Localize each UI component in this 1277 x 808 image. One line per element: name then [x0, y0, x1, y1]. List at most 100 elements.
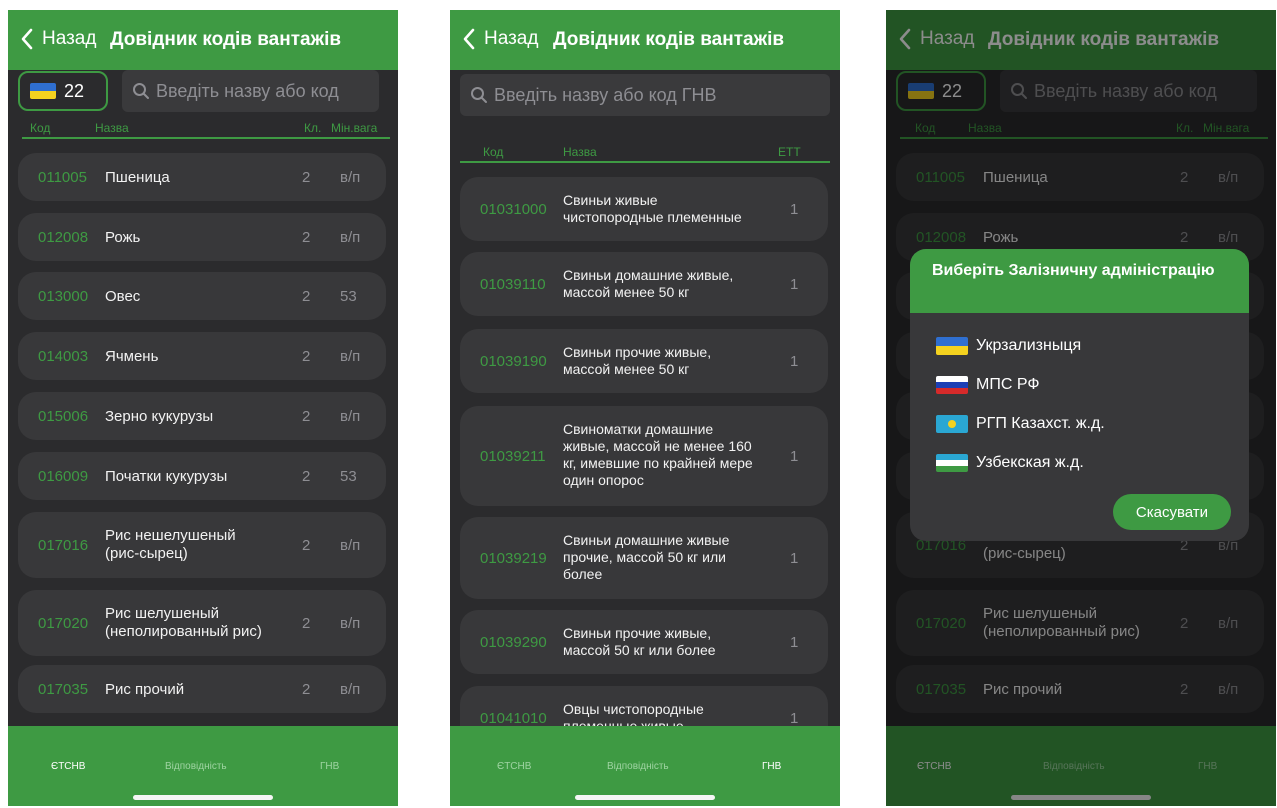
tab-vidpovidnist[interactable]: Відповідність	[607, 761, 669, 772]
tab-gnv[interactable]: ГНВ	[762, 761, 781, 772]
tab-bar: ЄТСНВ Відповідність ГНВ	[8, 726, 398, 806]
tab-etsnv[interactable]: ЄТСНВ	[51, 761, 85, 772]
back-label: Назад	[484, 28, 539, 49]
item-name-line2: массой менее 50 кг	[563, 361, 690, 377]
option-uzbekistan[interactable]: Узбекская ж.д.	[936, 454, 1084, 472]
list-item[interactable]: 01039110 Свиньи домашние живые, массой м…	[460, 252, 828, 316]
item-kl: 2	[302, 229, 311, 246]
tab-vidpovidnist[interactable]: Відповідність	[165, 761, 227, 772]
item-name: Зерно кукурузы	[105, 408, 214, 425]
item-name-line1: Свиньи прочие живые,	[563, 625, 712, 641]
item-name: Рис нешелушеный	[105, 527, 236, 544]
screen-etsnv: Назад Довідник кодів вантажів 22 Введіть…	[8, 10, 398, 806]
tab-etsnv[interactable]: ЄТСНВ	[497, 761, 531, 772]
option-label: Узбекская ж.д.	[976, 454, 1084, 471]
back-button[interactable]: Назад	[462, 24, 538, 54]
item-code: 01039190	[480, 353, 547, 370]
item-code: 017020	[38, 615, 89, 632]
screen-etsnv-dialog: Назад Довідник кодів вантажів 22 Введіть…	[886, 10, 1276, 806]
item-name: Рожь	[105, 229, 141, 246]
chevron-left-icon	[21, 28, 33, 50]
home-indicator	[575, 795, 715, 800]
search-icon	[133, 83, 149, 99]
region-code: 22	[64, 80, 85, 101]
option-kazakhstan[interactable]: РГП Казахст. ж.д.	[936, 415, 1105, 433]
item-minweight: в/п	[340, 408, 361, 425]
option-label: РГП Казахст. ж.д.	[976, 415, 1105, 432]
tab-gnv[interactable]: ГНВ	[320, 761, 339, 772]
uzbekistan-flag-icon	[936, 454, 968, 472]
col-minweight: Мін.вага	[331, 121, 378, 135]
item-minweight: 53	[340, 468, 357, 485]
option-mps-rf[interactable]: МПС РФ	[936, 376, 1039, 394]
item-name-line1: Овцы чистопородные	[563, 701, 704, 717]
list-item[interactable]: 011005 Пшеница 2 в/п	[18, 153, 386, 201]
item-name: Пшеница	[105, 169, 170, 186]
search-icon	[471, 87, 487, 103]
list-item[interactable]: 017035 Рис прочий 2 в/п	[18, 665, 386, 713]
list-item[interactable]: 016009 Початки кукурузы 2 53	[18, 452, 386, 500]
item-name: Овес	[105, 288, 141, 305]
item-code: 01039290	[480, 634, 547, 651]
item-name-line1: Свиньи домашние живые,	[563, 267, 734, 283]
list-item[interactable]: 017020 Рис шелушеный (неполированный рис…	[18, 590, 386, 656]
item-kl: 2	[302, 408, 311, 425]
item-minweight: в/п	[340, 615, 361, 632]
ukraine-flag-icon	[30, 83, 56, 99]
item-minweight: в/п	[340, 681, 361, 698]
item-ett: 1	[790, 634, 799, 651]
item-kl: 2	[302, 348, 311, 365]
item-ett: 1	[790, 710, 799, 727]
region-selector-button[interactable]: 22	[18, 71, 108, 111]
header: Назад Довідник кодів вантажів	[8, 10, 398, 70]
back-button[interactable]: Назад	[20, 24, 96, 54]
ukraine-flag-icon	[936, 337, 968, 355]
list-item[interactable]: 012008 Рожь 2 в/п	[18, 213, 386, 261]
divider	[22, 137, 390, 139]
item-name-line2: массой менее 50 кг	[563, 284, 690, 300]
list-item[interactable]: 013000 Овес 2 53	[18, 272, 386, 320]
item-name-line3: более	[563, 566, 603, 582]
list-item[interactable]: 01039219 Свиньи домашние живые прочие, м…	[460, 517, 828, 599]
item-code: 01041010	[480, 710, 547, 727]
search-input[interactable]: Введіть назву або код ГНВ	[460, 74, 830, 116]
list-item[interactable]: 015006 Зерно кукурузы 2 в/п	[18, 392, 386, 440]
item-code: 017035	[38, 681, 89, 698]
list-item[interactable]: 014003 Ячмень 2 в/п	[18, 332, 386, 380]
list-item[interactable]: 01039211 Свиноматки домашние живые, масс…	[460, 406, 828, 506]
kazakhstan-flag-icon	[936, 415, 968, 433]
option-ukrzaliznytsia[interactable]: Укрзализныця	[936, 337, 1081, 355]
cancel-button[interactable]: Скасувати	[1113, 494, 1231, 530]
item-ett: 1	[790, 550, 799, 567]
page-title: Довідник кодів вантажів	[110, 29, 342, 50]
search-input[interactable]: Введіть назву або код	[122, 70, 379, 112]
list-item[interactable]: 01039290 Свиньи прочие живые, массой 50 …	[460, 610, 828, 674]
list-item[interactable]: 01039190 Свиньи прочие живые, массой мен…	[460, 329, 828, 393]
item-name-line2: (неполированный рис)	[105, 623, 262, 640]
item-name-line1: Свиньи домашние живые	[563, 532, 730, 548]
option-label: Укрзализныця	[976, 337, 1082, 354]
search-placeholder: Введіть назву або код ГНВ	[494, 84, 717, 105]
divider	[460, 161, 830, 163]
item-minweight: в/п	[340, 537, 361, 554]
item-code: 017016	[38, 537, 89, 554]
item-name-line2: чистопородные племенные	[563, 209, 742, 225]
item-code: 01039219	[480, 550, 547, 567]
item-code: 014003	[38, 348, 89, 365]
back-label: Назад	[42, 28, 97, 49]
list-item[interactable]: 017016 Рис нешелушеный (рис-сырец) 2 в/п	[18, 512, 386, 578]
item-name-line3: кг, имевшие по крайней мере	[563, 455, 753, 471]
item-ett: 1	[790, 448, 799, 465]
dialog-title: Виберіть Залізничну адміністрацію	[910, 249, 1249, 313]
col-kl: Кл.	[304, 121, 322, 135]
item-minweight: в/п	[340, 169, 361, 186]
col-code: Код	[483, 145, 504, 159]
col-code: Код	[30, 121, 51, 135]
chevron-left-icon	[463, 28, 475, 50]
item-kl: 2	[302, 537, 311, 554]
item-code: 013000	[38, 288, 89, 305]
list-item[interactable]: 01031000 Свиньи живые чистопородные плем…	[460, 177, 828, 241]
col-name: Назва	[563, 145, 597, 159]
search-placeholder: Введіть назву або код	[156, 80, 339, 101]
item-code: 015006	[38, 408, 89, 425]
